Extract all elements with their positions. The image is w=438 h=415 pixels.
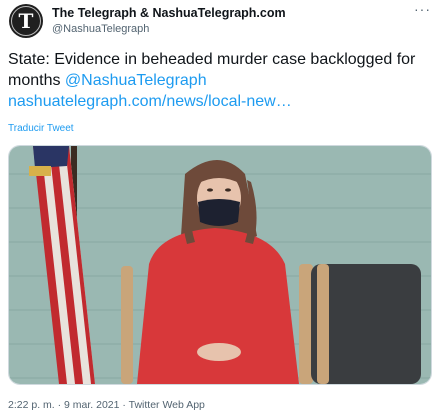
courtroom-photo xyxy=(9,146,431,384)
newspaper-logo-icon: T xyxy=(11,6,41,36)
translate-tweet-link[interactable]: Traducir Tweet xyxy=(8,123,74,134)
mention-link[interactable]: @NashuaTelegraph xyxy=(65,72,207,89)
tweet-media[interactable] xyxy=(8,145,432,385)
tweet-timestamp[interactable]: 2:22 p. m. · 9 mar. 2021 · Twitter Web A… xyxy=(8,399,205,411)
article-link[interactable]: nashuatelegraph.com/news/local-new… xyxy=(8,93,292,110)
author-avatar[interactable]: T xyxy=(9,4,43,38)
author-name[interactable]: The Telegraph & NashuaTelegraph.com xyxy=(52,6,286,20)
tweet-text: State: Evidence in beheaded murder case … xyxy=(8,49,433,112)
author-handle[interactable]: @NashuaTelegraph xyxy=(52,23,149,35)
more-dots-icon[interactable]: ··· xyxy=(414,1,431,17)
